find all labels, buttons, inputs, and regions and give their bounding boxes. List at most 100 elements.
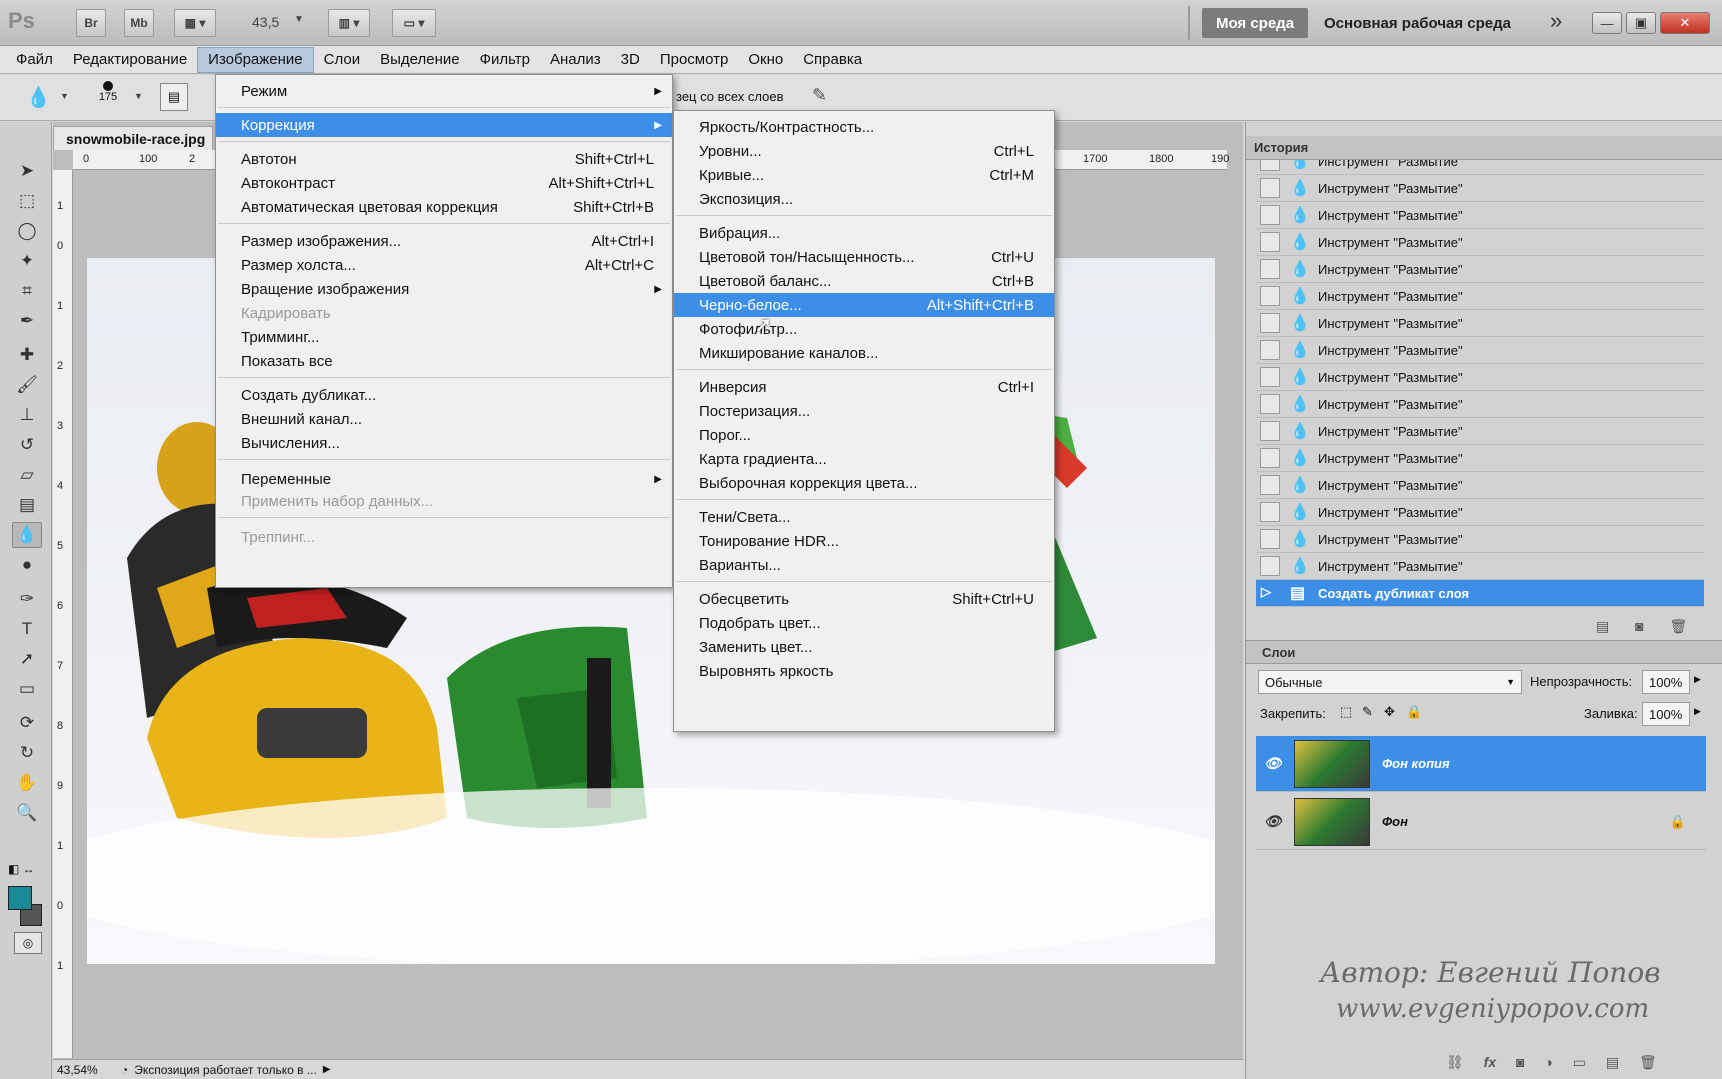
status-info-icon[interactable]: ◔ bbox=[121, 1063, 128, 1077]
blur-tool-icon[interactable]: 💧 bbox=[12, 522, 42, 548]
menu-match-color[interactable]: Подобрать цвет... bbox=[674, 611, 1054, 635]
layer-name[interactable]: Фон bbox=[1382, 814, 1408, 829]
menu-selective-color[interactable]: Выборочная коррекция цвета... bbox=[674, 471, 1054, 495]
menu-desaturate[interactable]: Обесцветить Shift+Ctrl+U bbox=[674, 587, 1054, 611]
history-item[interactable]: 💧 Инструмент "Размытие" bbox=[1256, 202, 1704, 229]
menu-select[interactable]: Выделение bbox=[370, 47, 469, 73]
zoom-dropdown-icon[interactable]: ▼ bbox=[294, 14, 304, 25]
menu-image-rotation[interactable]: Вращение изображения ▶ bbox=[216, 277, 672, 301]
history-item[interactable]: 💧 Инструмент "Размытие" bbox=[1256, 391, 1704, 418]
menu-3d[interactable]: 3D bbox=[611, 47, 650, 73]
arrange-documents-button[interactable]: ▥ ▾ bbox=[328, 9, 370, 37]
add-mask-icon[interactable]: ◙ bbox=[1516, 1054, 1524, 1070]
menu-exposure[interactable]: Экспозиция... bbox=[674, 187, 1054, 211]
history-checkbox[interactable] bbox=[1260, 556, 1280, 576]
menu-variations[interactable]: Варианты... bbox=[674, 553, 1054, 577]
magic-wand-tool-icon[interactable]: ✦ bbox=[12, 248, 42, 274]
menu-filter[interactable]: Фильтр bbox=[470, 47, 540, 73]
menu-levels[interactable]: Уровни... Ctrl+L bbox=[674, 139, 1054, 163]
menu-gradient-map[interactable]: Карта градиента... bbox=[674, 447, 1054, 471]
lock-position-icon[interactable]: ✥ bbox=[1384, 704, 1395, 720]
menu-correction[interactable]: Коррекция ▶ bbox=[216, 113, 672, 137]
menu-edit[interactable]: Редактирование bbox=[63, 47, 197, 73]
history-checkbox[interactable] bbox=[1260, 259, 1280, 279]
pen-tool-icon[interactable]: ✑ bbox=[12, 586, 42, 612]
history-checkbox[interactable] bbox=[1260, 421, 1280, 441]
history-checkbox[interactable] bbox=[1260, 160, 1280, 171]
link-layers-icon[interactable]: ⛓ bbox=[1446, 1054, 1464, 1070]
history-checkbox[interactable] bbox=[1260, 529, 1280, 549]
history-checkbox[interactable] bbox=[1260, 367, 1280, 387]
hand-tool-icon[interactable]: ✋ bbox=[12, 770, 42, 796]
menu-invert[interactable]: Инверсия Ctrl+I bbox=[674, 375, 1054, 399]
minimize-icon[interactable]: — bbox=[1592, 12, 1622, 34]
history-item[interactable]: 💧 Инструмент "Размытие" bbox=[1256, 229, 1704, 256]
3d-orbit-icon[interactable]: ↻ bbox=[12, 740, 42, 766]
layer-name[interactable]: Фон копия bbox=[1382, 756, 1450, 771]
history-checkbox[interactable] bbox=[1260, 394, 1280, 414]
path-selection-icon[interactable]: ➚ bbox=[12, 646, 42, 672]
history-item[interactable]: 💧 Инструмент "Размытие" bbox=[1256, 364, 1704, 391]
history-item[interactable]: 💧 Инструмент "Размытие" bbox=[1256, 472, 1704, 499]
quick-mask-icon[interactable]: ◎ bbox=[14, 932, 42, 954]
visibility-eye-icon[interactable]: 👁 bbox=[1264, 813, 1282, 830]
menu-shadows-highlights[interactable]: Тени/Света... bbox=[674, 505, 1054, 529]
menu-replace-color[interactable]: Заменить цвет... bbox=[674, 635, 1054, 659]
brush-panel-icon[interactable]: ▤ bbox=[160, 83, 188, 111]
opacity-slider-icon[interactable]: ▶ bbox=[1694, 674, 1701, 685]
blur-tool-preset-icon[interactable]: 💧 bbox=[26, 85, 51, 110]
screen-mode-button[interactable]: ▭ ▾ bbox=[392, 9, 436, 37]
new-snapshot-icon[interactable]: ◙ bbox=[1635, 618, 1643, 634]
history-item[interactable]: 💧 Инструмент "Размытие" bbox=[1256, 553, 1704, 580]
brush-size-picker[interactable]: 175 bbox=[86, 79, 130, 117]
menu-vibrance[interactable]: Вибрация... bbox=[674, 221, 1054, 245]
eraser-tool-icon[interactable]: ▱ bbox=[12, 462, 42, 488]
menu-color-balance[interactable]: Цветовой баланс... Ctrl+B bbox=[674, 269, 1054, 293]
menu-image[interactable]: Изображение bbox=[197, 46, 314, 73]
menu-auto-contrast[interactable]: Автоконтраст Alt+Shift+Ctrl+L bbox=[216, 171, 672, 195]
layer-row[interactable]: 👁 Фон 🔒 bbox=[1256, 794, 1706, 850]
menu-duplicate[interactable]: Создать дубликат... bbox=[216, 383, 672, 407]
history-checkbox[interactable] bbox=[1260, 475, 1280, 495]
menu-channel-mixer[interactable]: Микширование каналов... bbox=[674, 341, 1054, 365]
gradient-tool-icon[interactable]: ▤ bbox=[12, 492, 42, 518]
brush-dropdown-icon[interactable]: ▼ bbox=[134, 91, 143, 101]
marquee-tool-icon[interactable]: ⬚ bbox=[12, 188, 42, 214]
history-checkbox[interactable] bbox=[1260, 502, 1280, 522]
menu-image-size[interactable]: Размер изображения... Alt+Ctrl+I bbox=[216, 229, 672, 253]
pressure-icon[interactable]: ✎ bbox=[812, 85, 827, 106]
menu-brightness-contrast[interactable]: Яркость/Контрастность... bbox=[674, 115, 1054, 139]
opacity-input[interactable]: 100% bbox=[1642, 670, 1690, 694]
history-checkbox[interactable] bbox=[1260, 232, 1280, 252]
menu-mode[interactable]: Режим ▶ bbox=[216, 79, 672, 103]
history-brush-icon[interactable]: ↺ bbox=[12, 432, 42, 458]
healing-brush-icon[interactable]: ✚ bbox=[12, 342, 42, 368]
mini-bridge-button[interactable]: Mb bbox=[124, 9, 154, 37]
layer-row-selected[interactable]: 👁 Фон копия bbox=[1256, 736, 1706, 792]
more-workspaces-icon[interactable]: » bbox=[1550, 8, 1562, 34]
brush-tool-icon[interactable]: 🖌 bbox=[12, 372, 42, 398]
3d-rotate-icon[interactable]: ⟳ bbox=[12, 710, 42, 736]
close-icon[interactable]: ✕ bbox=[1660, 12, 1710, 34]
shape-tool-icon[interactable]: ▭ bbox=[12, 676, 42, 702]
zoom-level[interactable]: 43,5 bbox=[252, 14, 279, 30]
history-item[interactable]: 💧 Инструмент "Размытие" bbox=[1256, 418, 1704, 445]
history-item[interactable]: 💧 Инструмент "Размытие" bbox=[1256, 256, 1704, 283]
maximize-icon[interactable]: ▣ bbox=[1626, 12, 1656, 34]
history-checkbox[interactable] bbox=[1260, 205, 1280, 225]
menu-equalize[interactable]: Выровнять яркость bbox=[674, 659, 1054, 683]
menu-black-white[interactable]: Черно-белое... Alt+Shift+Ctrl+B bbox=[674, 293, 1054, 317]
menu-file[interactable]: Файл bbox=[6, 47, 63, 73]
history-tab[interactable]: История bbox=[1254, 140, 1308, 155]
menu-auto-tone[interactable]: Автотон Shift+Ctrl+L bbox=[216, 147, 672, 171]
menu-layer[interactable]: Слои bbox=[314, 47, 370, 73]
history-item-selected[interactable]: ▷ ▤ Создать дубликат слоя bbox=[1256, 580, 1704, 607]
menu-curves[interactable]: Кривые... Ctrl+M bbox=[674, 163, 1054, 187]
new-document-from-state-icon[interactable]: ▤ bbox=[1596, 618, 1609, 634]
clone-stamp-icon[interactable]: ⊥ bbox=[12, 402, 42, 428]
history-state-arrow-icon[interactable]: ▷ bbox=[1260, 583, 1280, 603]
menu-trim[interactable]: Тримминг... bbox=[216, 325, 672, 349]
lasso-tool-icon[interactable]: ◯ bbox=[12, 218, 42, 244]
history-item[interactable]: 💧 Инструмент "Размытие" bbox=[1256, 175, 1704, 202]
default-colors-icon[interactable]: ◧ ↔ bbox=[8, 862, 35, 876]
